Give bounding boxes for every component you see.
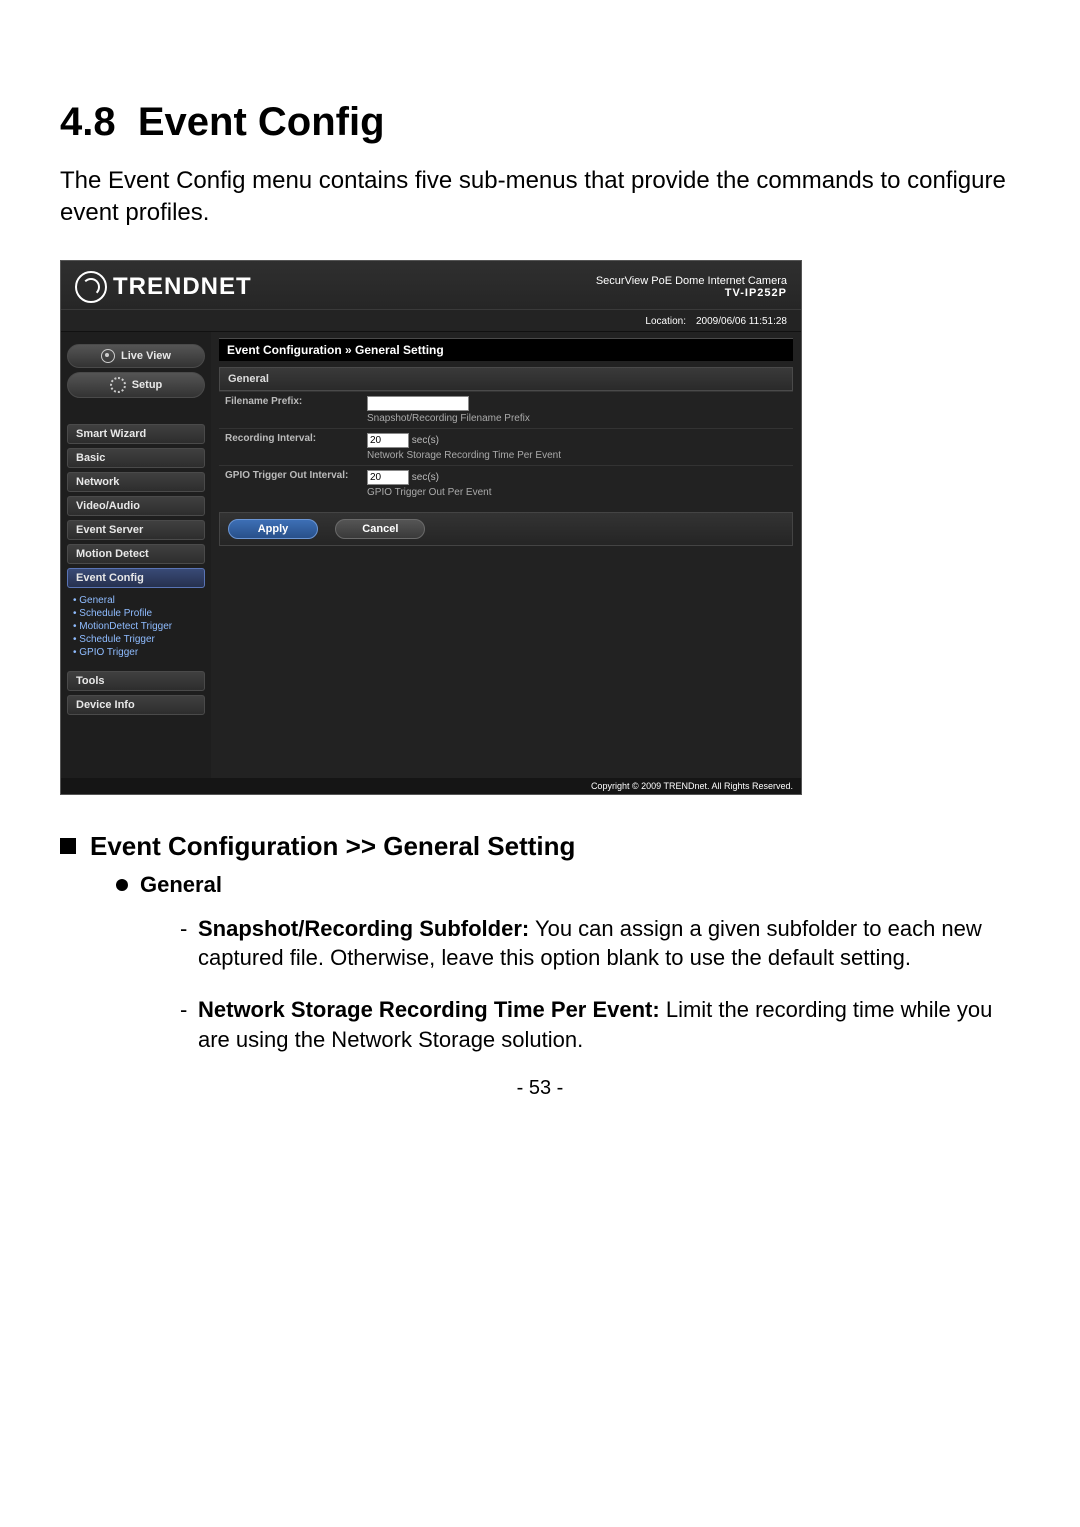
- doc-subsubheading: General: [116, 872, 1020, 898]
- brand-text: TRENDNET: [113, 273, 252, 301]
- doc-section-title: 4.8 Event Config: [60, 100, 1020, 145]
- panel-title: General: [219, 367, 793, 391]
- camera-admin-screenshot: TRENDNET SecurView PoE Dome Internet Cam…: [60, 260, 802, 795]
- sidebar-item-smart-wizard[interactable]: Smart Wizard: [67, 424, 205, 444]
- subitem-gpio-trigger[interactable]: GPIO Trigger: [73, 646, 205, 659]
- eye-icon: [101, 349, 115, 363]
- location-label: Location:: [645, 316, 686, 327]
- filename-prefix-label: Filename Prefix:: [219, 391, 361, 428]
- brand-logo: TRENDNET: [75, 271, 252, 303]
- timestamp: 2009/06/06 11:51:28: [696, 316, 787, 327]
- general-settings-form: Filename Prefix: Snapshot/Recording File…: [219, 391, 793, 502]
- doc-intro: The Event Config menu contains five sub-…: [60, 165, 1020, 230]
- subitem-schedule-profile[interactable]: Schedule Profile: [73, 607, 205, 620]
- gpio-interval-hint: GPIO Trigger Out Per Event: [367, 487, 787, 498]
- setup-button[interactable]: Setup: [67, 372, 205, 398]
- status-bar: Location: 2009/06/06 11:51:28: [61, 309, 801, 332]
- sidebar: Live View Setup Smart Wizard Basic Netwo…: [61, 332, 211, 778]
- cancel-button[interactable]: Cancel: [335, 519, 425, 539]
- sidebar-item-device-info[interactable]: Device Info: [67, 695, 205, 715]
- product-label: SecurView PoE Dome Internet Camera TV-IP…: [596, 275, 787, 299]
- doc-bullet-1: Snapshot/Recording Subfolder: You can as…: [180, 914, 1020, 973]
- sidebar-item-event-server[interactable]: Event Server: [67, 520, 205, 540]
- doc-subheading: Event Configuration >> General Setting: [60, 831, 1020, 862]
- sidebar-item-basic[interactable]: Basic: [67, 448, 205, 468]
- gpio-interval-label: GPIO Trigger Out Interval:: [219, 465, 361, 502]
- gpio-interval-unit: sec(s): [412, 472, 439, 483]
- copyright: Copyright © 2009 TRENDnet. All Rights Re…: [61, 778, 801, 794]
- sidebar-item-video-audio[interactable]: Video/Audio: [67, 496, 205, 516]
- filename-prefix-input[interactable]: [367, 396, 469, 411]
- recording-interval-hint: Network Storage Recording Time Per Event: [367, 450, 787, 461]
- button-row: Apply Cancel: [219, 512, 793, 546]
- recording-interval-label: Recording Interval:: [219, 428, 361, 465]
- sidebar-item-motion-detect[interactable]: Motion Detect: [67, 544, 205, 564]
- filename-prefix-hint: Snapshot/Recording Filename Prefix: [367, 413, 787, 424]
- recording-interval-unit: sec(s): [412, 435, 439, 446]
- event-config-submenu: General Schedule Profile MotionDetect Tr…: [67, 592, 205, 665]
- brand-swirl-icon: [75, 271, 107, 303]
- square-bullet-icon: [60, 838, 76, 854]
- doc-bullet-2: Network Storage Recording Time Per Event…: [180, 995, 1020, 1054]
- main-panel: Event Configuration » General Setting Ge…: [211, 332, 801, 778]
- subitem-motiondetect-trigger[interactable]: MotionDetect Trigger: [73, 620, 205, 633]
- dot-bullet-icon: [116, 879, 128, 891]
- doc-bullet-list: Snapshot/Recording Subfolder: You can as…: [180, 914, 1020, 1055]
- subitem-general[interactable]: General: [73, 594, 205, 607]
- recording-interval-input[interactable]: [367, 433, 409, 448]
- subitem-schedule-trigger[interactable]: Schedule Trigger: [73, 633, 205, 646]
- sidebar-item-tools[interactable]: Tools: [67, 671, 205, 691]
- sidebar-item-network[interactable]: Network: [67, 472, 205, 492]
- gpio-interval-input[interactable]: [367, 470, 409, 485]
- apply-button[interactable]: Apply: [228, 519, 318, 539]
- header-bar: TRENDNET SecurView PoE Dome Internet Cam…: [61, 261, 801, 309]
- breadcrumb: Event Configuration » General Setting: [219, 338, 793, 361]
- page-number: - 53 -: [60, 1077, 1020, 1100]
- live-view-button[interactable]: Live View: [67, 344, 205, 368]
- gear-icon: [110, 377, 126, 393]
- sidebar-item-event-config[interactable]: Event Config: [67, 568, 205, 588]
